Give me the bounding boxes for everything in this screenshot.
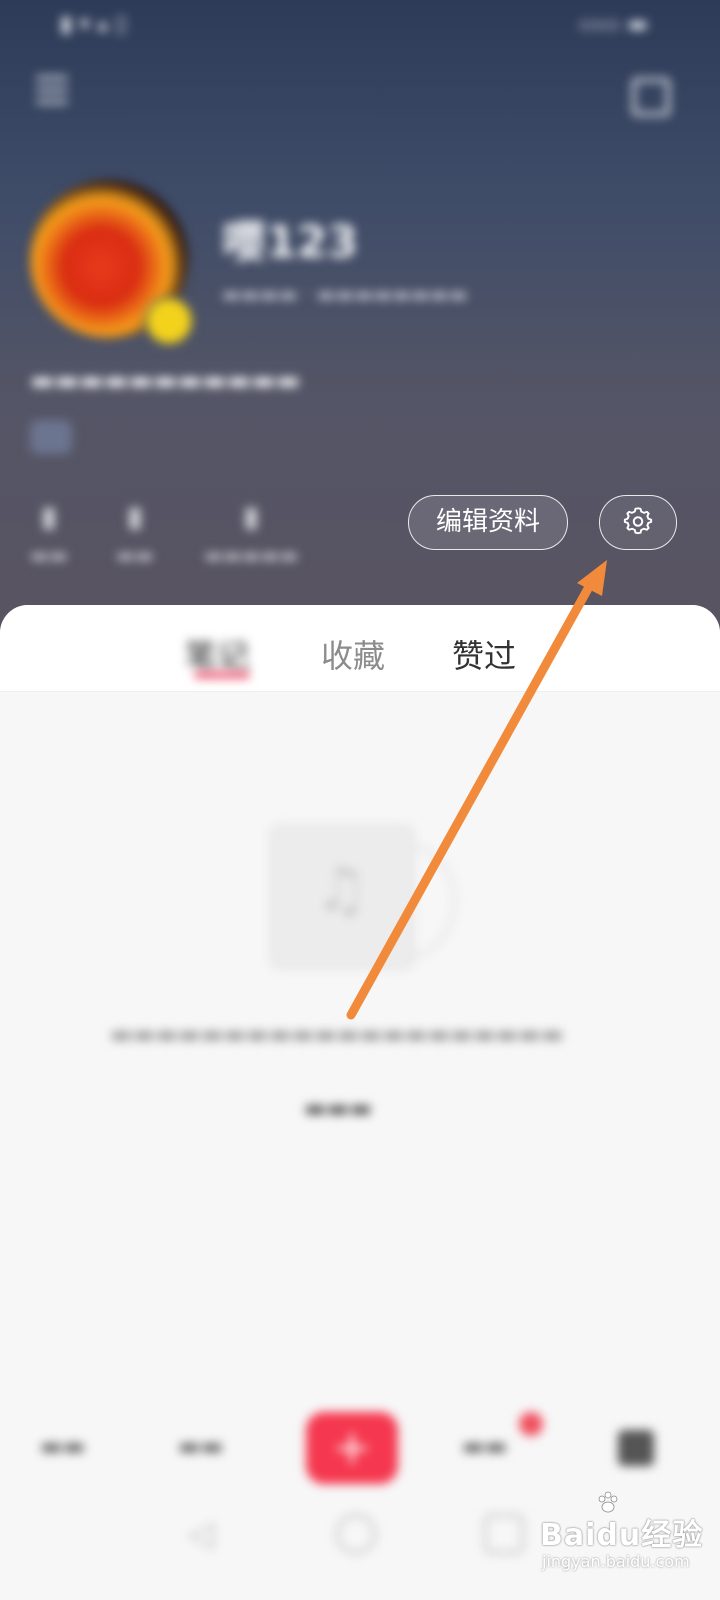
annotation-arrow (346, 560, 607, 1020)
watermark-url: jingyan.baidu.com (542, 1552, 690, 1571)
arrow-head (577, 560, 607, 596)
arrow-shaft (346, 580, 595, 1020)
watermark-brand: Baidu经验 (540, 1518, 704, 1553)
baidu-watermark: Baidu经验 jingyan.baidu.com (540, 1490, 710, 1580)
